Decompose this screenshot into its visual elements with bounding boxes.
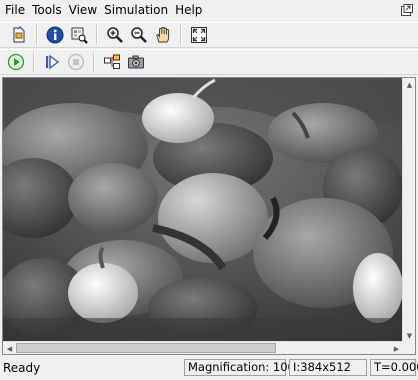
- status-text: Ready: [3, 361, 41, 375]
- fit-to-window-icon[interactable]: [188, 24, 210, 46]
- menu-file[interactable]: File: [0, 0, 28, 20]
- image-display[interactable]: [3, 78, 403, 342]
- simulation-toolbar: [0, 49, 418, 75]
- new-viewer-icon[interactable]: [8, 24, 30, 46]
- step-forward-icon[interactable]: [41, 51, 63, 73]
- horizontal-scrollbar[interactable]: ◀ ▶: [3, 341, 403, 354]
- menu-simulation[interactable]: Simulation: [100, 0, 171, 20]
- menu-view[interactable]: View: [65, 0, 100, 20]
- scroll-left-icon[interactable]: ◀: [3, 342, 16, 354]
- pixel-region-icon[interactable]: [68, 24, 90, 46]
- dock-icon[interactable]: [401, 4, 413, 16]
- highlight-model-icon[interactable]: [101, 51, 123, 73]
- zoom-out-icon[interactable]: [128, 24, 150, 46]
- pan-hand-icon[interactable]: [152, 24, 174, 46]
- menu-help[interactable]: Help: [171, 0, 205, 20]
- peppers-image: [3, 78, 403, 342]
- magnification-readout: Magnification: 100%: [184, 359, 306, 376]
- snapshot-camera-icon[interactable]: [125, 51, 147, 73]
- stop-simulation-icon: [65, 51, 87, 73]
- image-viewport[interactable]: ▲ ▼ ◀ ▶: [2, 77, 416, 355]
- scrollbar-corner: [402, 341, 415, 354]
- status-bar: Ready Magnification: 100% I:384x512 T=0.…: [0, 357, 418, 380]
- simulation-time-readout: T=0.000: [370, 359, 418, 376]
- menu-tools[interactable]: Tools: [28, 0, 65, 20]
- image-dimensions-readout: I:384x512: [289, 359, 367, 376]
- scroll-up-icon[interactable]: ▲: [403, 78, 415, 91]
- main-toolbar: [0, 22, 418, 48]
- zoom-in-icon[interactable]: [104, 24, 126, 46]
- horizontal-scroll-thumb[interactable]: [16, 343, 276, 353]
- vertical-scrollbar[interactable]: ▲ ▼: [402, 78, 415, 342]
- menu-bar: File Tools View Simulation Help: [0, 0, 418, 20]
- start-simulation-icon[interactable]: [5, 51, 27, 73]
- info-icon[interactable]: [44, 24, 66, 46]
